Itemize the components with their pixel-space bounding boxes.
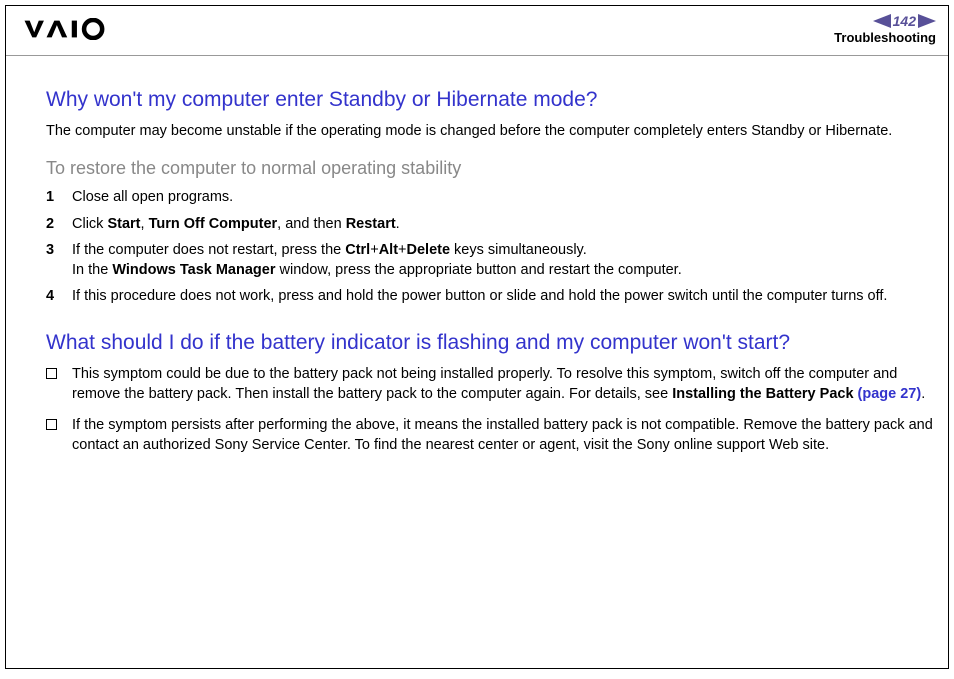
step-4: 4 If this procedure does not work, press… [46,287,934,307]
question-1-heading: Why won't my computer enter Standby or H… [46,86,934,114]
step-number: 3 [46,241,72,261]
step-number: 1 [46,188,72,208]
text: In the [72,262,112,278]
bullet-text: This symptom could be due to the battery… [72,365,934,404]
step-3: 3 If the computer does not restart, pres… [46,241,934,280]
list-item: If the symptom persists after performing… [46,416,934,455]
bold-text: Turn Off Computer [149,216,278,232]
page-number: 142 [893,14,916,28]
page-header: 142 Troubleshooting [6,6,948,56]
step-text: If this procedure does not work, press a… [72,287,934,307]
text: . [396,216,400,232]
bold-text: Alt [379,242,398,258]
bold-text: Delete [407,242,451,258]
text: . [921,386,925,402]
step-text: Close all open programs. [72,188,934,208]
text: keys simultaneously. [450,242,587,258]
step-text: Click Start, Turn Off Computer, and then… [72,215,934,235]
page-content: Why won't my computer enter Standby or H… [6,56,948,456]
page-nav: 142 [834,14,936,28]
text: Click [72,216,107,232]
step-2: 2 Click Start, Turn Off Computer, and th… [46,215,934,235]
restore-subheading: To restore the computer to normal operat… [46,156,934,180]
page-frame: 142 Troubleshooting Why won't my compute… [5,5,949,669]
text: + [370,242,378,258]
step-number: 2 [46,215,72,235]
text: window, press the appropriate button and… [275,262,681,278]
question-1-intro: The computer may become unstable if the … [46,122,934,142]
steps-list: 1 Close all open programs. 2 Click Start… [46,188,934,307]
bold-text: Installing the Battery Pack [672,386,857,402]
text: , and then [277,216,346,232]
square-bullet-icon [46,368,57,379]
page-link[interactable]: (page 27) [858,386,922,402]
bold-text: Ctrl [345,242,370,258]
bold-text: Windows Task Manager [112,262,275,278]
next-page-icon[interactable] [918,14,936,28]
bold-text: Restart [346,216,396,232]
bold-text: Start [107,216,140,232]
list-item: This symptom could be due to the battery… [46,365,934,404]
step-text: If the computer does not restart, press … [72,241,934,280]
header-right: 142 Troubleshooting [834,14,936,45]
step-1: 1 Close all open programs. [46,188,934,208]
square-bullet-icon [46,419,57,430]
section-label: Troubleshooting [834,30,936,45]
bullet-text: If the symptom persists after performing… [72,416,934,455]
question-2-heading: What should I do if the battery indicato… [46,329,934,357]
text: + [398,242,406,258]
text: , [141,216,149,232]
bullet-list: This symptom could be due to the battery… [46,365,934,455]
text: If the computer does not restart, press … [72,242,345,258]
prev-page-icon[interactable] [873,14,891,28]
step-number: 4 [46,287,72,307]
vaio-logo [20,14,130,44]
